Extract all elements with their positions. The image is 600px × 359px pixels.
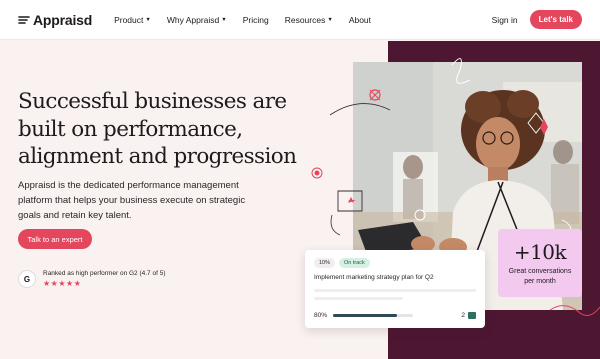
g2-rating-text: Ranked as high performer on G2 (4.7 of 5… xyxy=(43,270,166,277)
nav-resources[interactable]: Resources ▼ xyxy=(285,15,333,25)
flower-petals-icon xyxy=(369,89,381,101)
nav-actions: Sign in Let's talk xyxy=(492,10,582,29)
hero-headline: Successful businesses are built on perfo… xyxy=(18,89,297,169)
star-rating-icon: ★★★★★ xyxy=(43,279,82,288)
nav-resources-label: Resources xyxy=(284,14,326,25)
nav-why-appraisd[interactable]: Why Appraisd ▼ xyxy=(167,15,227,25)
top-navigation: Appraisd Product ▼ Why Appraisd ▼ Pricin… xyxy=(0,0,600,40)
goal-task-card: 10% On track Implement marketing strateg… xyxy=(305,250,485,328)
stat-number: +10k xyxy=(513,239,567,264)
caret-down-icon: ▼ xyxy=(327,16,333,23)
nav-why-appraisd-label: Why Appraisd xyxy=(166,14,220,25)
logo-mark-icon xyxy=(18,15,30,24)
placeholder-line xyxy=(314,297,404,300)
g2-rating: G Ranked as high performer on G2 (4.7 of… xyxy=(18,270,165,288)
nav-product-label: Product xyxy=(114,14,144,25)
task-badges: 10% On track xyxy=(314,258,476,268)
nav-links: Product ▼ Why Appraisd ▼ Pricing Resourc… xyxy=(114,15,387,25)
talk-to-expert-button[interactable]: Talk to an expert xyxy=(18,229,92,249)
progress-label: 80% xyxy=(314,312,328,319)
lets-talk-button[interactable]: Let's talk xyxy=(529,10,582,29)
chat-sketch-icon xyxy=(414,209,426,221)
wave-doodle-icon xyxy=(549,305,600,316)
comments-indicator[interactable]: 2 xyxy=(461,312,476,319)
caret-down-icon: ▼ xyxy=(221,16,227,23)
appraisd-logo[interactable]: Appraisd xyxy=(18,12,92,28)
star-icon xyxy=(348,197,356,203)
progress-bar xyxy=(333,314,414,317)
caret-down-icon: ▼ xyxy=(145,16,151,23)
nav-pricing-label: Pricing xyxy=(242,14,269,25)
comment-count: 2 xyxy=(461,312,465,319)
g2-logo-icon: G xyxy=(18,270,36,288)
nav-about-label: About xyxy=(348,14,372,25)
nav-product[interactable]: Product ▼ xyxy=(114,15,151,25)
progress-badge: 10% xyxy=(314,258,336,268)
hero-subcopy: Appraisd is the dedicated performance ma… xyxy=(18,180,246,221)
status-badge: On track xyxy=(339,258,370,268)
stat-label: Great conversations per month xyxy=(508,267,572,285)
squiggle-icon xyxy=(451,58,471,84)
task-footer: 80% 2 xyxy=(314,312,476,319)
logo-text: Appraisd xyxy=(33,11,93,28)
conversations-stat-card: +10k Great conversations per month xyxy=(498,229,582,297)
progress-bar-fill xyxy=(333,314,398,317)
placeholder-line xyxy=(314,289,476,292)
task-title: Implement marketing strategy plan for Q2 xyxy=(314,274,434,281)
nav-about[interactable]: About xyxy=(349,15,371,25)
chat-bubble-icon xyxy=(468,312,476,319)
sign-in-link[interactable]: Sign in xyxy=(492,15,518,25)
nav-pricing[interactable]: Pricing xyxy=(243,15,269,25)
